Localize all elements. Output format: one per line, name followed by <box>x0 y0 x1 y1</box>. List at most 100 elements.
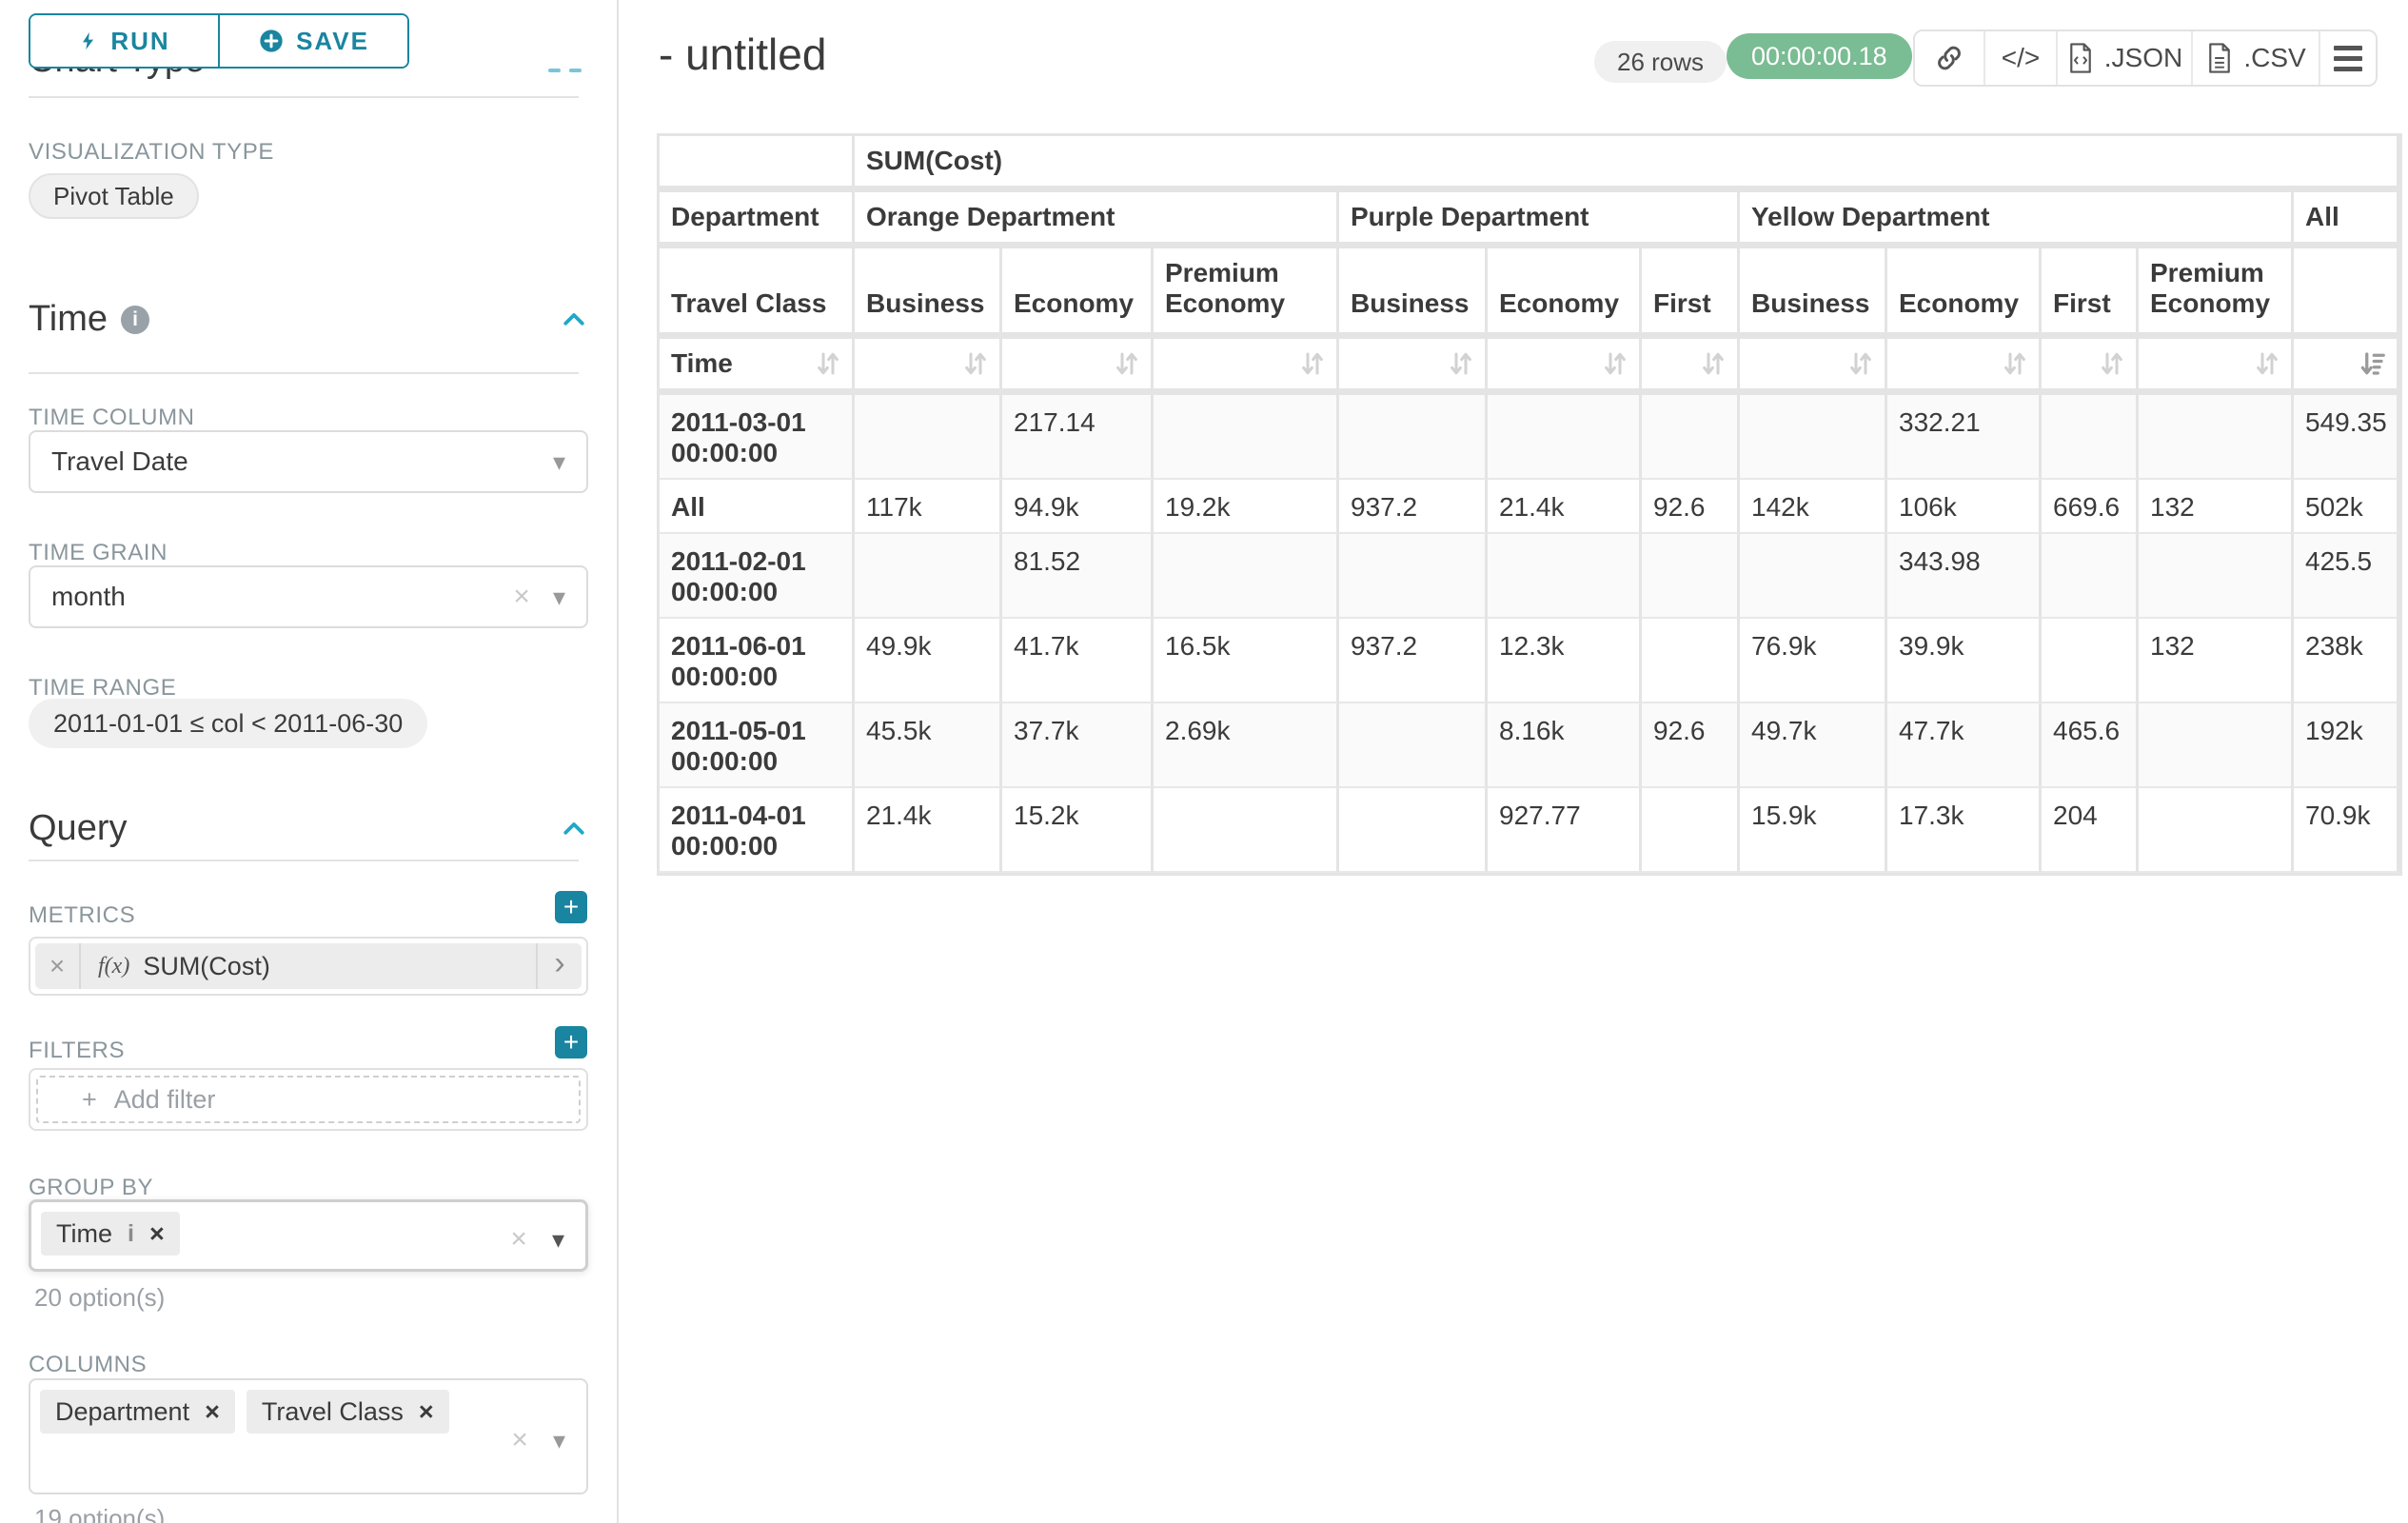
travel-class-header: Business <box>855 248 1002 339</box>
columns-select[interactable]: Department× Travel Class× × ▾ <box>29 1378 588 1494</box>
add-filter-plus-button[interactable]: + <box>555 1026 587 1058</box>
sort-icon[interactable] <box>1298 349 1327 378</box>
export-json-button[interactable]: .JSON <box>2056 31 2191 85</box>
column-sort-header[interactable] <box>1488 339 1642 395</box>
metrics-container: × f(x) SUM(Cost) › <box>29 937 588 996</box>
travel-class-header: Premium Economy <box>2139 248 2294 339</box>
sort-icon[interactable] <box>961 349 990 378</box>
chevron-down-icon[interactable]: ▾ <box>553 584 565 609</box>
chevron-up-icon[interactable] <box>560 815 588 843</box>
selected-value-tag[interactable]: Department× <box>40 1390 235 1434</box>
copy-link-button[interactable] <box>1915 31 1984 85</box>
value-cell: 502k <box>2294 480 2399 534</box>
remove-tag-icon[interactable]: × <box>419 1397 434 1427</box>
panel-collapse-icon[interactable] <box>548 69 561 72</box>
sort-desc-icon[interactable] <box>2359 349 2387 378</box>
metric-header-cell: SUM(Cost) <box>855 136 2399 192</box>
chevron-down-icon[interactable]: ▾ <box>553 449 565 474</box>
column-sort-header[interactable] <box>2042 339 2139 395</box>
time-column-label: TIME COLUMN <box>29 405 195 431</box>
travel-class-header: Economy <box>1002 248 1154 339</box>
value-cell: 238k <box>2294 619 2399 703</box>
add-filter-button[interactable]: + Add filter <box>36 1076 581 1123</box>
run-button[interactable]: RUN <box>30 15 220 67</box>
remove-tag-icon[interactable]: × <box>205 1397 220 1427</box>
column-sort-header[interactable] <box>855 339 1002 395</box>
sort-icon[interactable] <box>1113 349 1141 378</box>
column-sort-header[interactable] <box>1887 339 2042 395</box>
chevron-down-icon[interactable]: ▾ <box>552 1227 564 1252</box>
export-csv-button[interactable]: .CSV <box>2191 31 2319 85</box>
sort-icon[interactable] <box>2253 349 2281 378</box>
clear-icon[interactable]: × <box>511 1426 528 1454</box>
visualization-type-pill[interactable]: Pivot Table <box>29 173 199 219</box>
value-cell <box>1642 619 1740 703</box>
group-by-label: GROUP BY <box>29 1175 153 1201</box>
menu-button[interactable] <box>2319 31 2376 85</box>
time-range-pill[interactable]: 2011-01-01 ≤ col < 2011-06-30 <box>29 699 427 748</box>
view-query-button[interactable]: </> <box>1984 31 2056 85</box>
value-cell: 465.6 <box>2042 703 2139 788</box>
metric-item[interactable]: × f(x) SUM(Cost) › <box>35 943 582 989</box>
column-sort-header[interactable] <box>1339 339 1488 395</box>
time-column-select[interactable]: Travel Date ▾ <box>29 430 588 493</box>
plus-icon: + <box>82 1085 97 1115</box>
selected-value-tag[interactable]: Travel Class× <box>247 1390 449 1434</box>
column-sort-header[interactable] <box>1154 339 1339 395</box>
value-cell <box>1642 534 1740 619</box>
save-button[interactable]: SAVE <box>220 15 407 67</box>
value-cell <box>1740 534 1887 619</box>
add-metric-button[interactable]: + <box>555 891 587 923</box>
table-row: 2011-03-01 00:00:00217.14332.21549.35 <box>660 395 2399 480</box>
clear-icon[interactable]: × <box>510 1225 527 1254</box>
sort-icon[interactable] <box>2001 349 2029 378</box>
filters-label: FILTERS <box>29 1038 125 1064</box>
clear-icon[interactable]: × <box>513 583 530 611</box>
value-cell <box>1154 534 1339 619</box>
column-dimension-label: Travel Class <box>660 248 855 339</box>
column-sort-header[interactable] <box>2139 339 2294 395</box>
selected-value-tag[interactable]: Timei× <box>41 1212 180 1256</box>
department-group-header: Orange Department <box>855 192 1339 248</box>
time-section-header[interactable]: Time i <box>29 299 588 340</box>
sort-icon[interactable] <box>1447 349 1475 378</box>
chart-title[interactable]: - untitled <box>659 29 826 80</box>
remove-tag-icon[interactable]: × <box>149 1219 165 1249</box>
value-cell: 937.2 <box>1339 619 1488 703</box>
value-cell <box>855 395 1002 480</box>
value-cell <box>1154 395 1339 480</box>
travel-class-header: Business <box>1740 248 1887 339</box>
group-by-select[interactable]: Timei× × ▾ <box>29 1199 588 1272</box>
value-cell: 217.14 <box>1002 395 1154 480</box>
chevron-right-icon[interactable]: › <box>536 943 582 989</box>
sort-icon[interactable] <box>2098 349 2126 378</box>
row-header-cell: All <box>660 480 855 534</box>
query-section-header[interactable]: Query <box>29 808 588 849</box>
metrics-label: METRICS <box>29 902 135 929</box>
sort-icon[interactable] <box>1846 349 1875 378</box>
sort-icon[interactable] <box>1601 349 1629 378</box>
department-group-header: Purple Department <box>1339 192 1740 248</box>
value-cell: 132 <box>2139 480 2294 534</box>
sort-icon[interactable] <box>814 349 842 378</box>
panel-collapse-icon[interactable] <box>569 69 582 72</box>
value-cell: 927.77 <box>1488 788 1642 873</box>
value-cell: 8.16k <box>1488 703 1642 788</box>
value-cell: 549.35 <box>2294 395 2399 480</box>
value-cell: 142k <box>1740 480 1887 534</box>
chevron-down-icon[interactable]: ▾ <box>553 1428 565 1453</box>
travel-class-header <box>2294 248 2399 339</box>
column-sort-header[interactable] <box>1002 339 1154 395</box>
sort-icon[interactable] <box>1699 349 1727 378</box>
pivot-table: SUM(Cost)DepartmentOrange DepartmentPurp… <box>657 133 2402 876</box>
column-sort-header[interactable] <box>2294 339 2399 395</box>
time-sort-header[interactable]: Time <box>660 339 855 395</box>
time-grain-select[interactable]: month × ▾ <box>29 565 588 628</box>
column-sort-header[interactable] <box>1642 339 1740 395</box>
value-cell: 47.7k <box>1887 703 2042 788</box>
column-sort-header[interactable] <box>1740 339 1887 395</box>
code-icon: </> <box>2002 43 2040 73</box>
remove-metric-icon[interactable]: × <box>35 943 81 989</box>
value-cell <box>1154 788 1339 873</box>
chevron-up-icon[interactable] <box>560 306 588 334</box>
